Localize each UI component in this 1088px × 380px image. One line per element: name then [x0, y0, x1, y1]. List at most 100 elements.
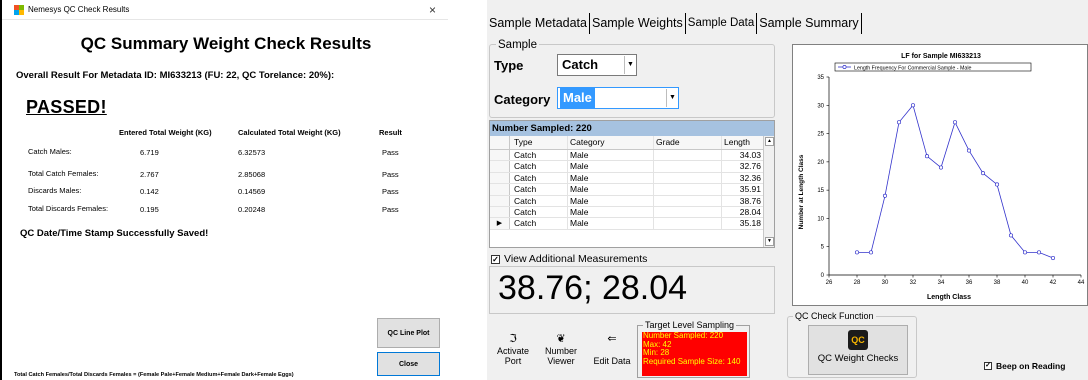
weight-row-result: Pass	[382, 170, 399, 179]
cell-grade[interactable]	[654, 161, 722, 172]
tool-label: Viewer	[547, 356, 575, 366]
table-row[interactable]: Catch Male 38.76	[490, 195, 774, 207]
qc-weight-checks-button[interactable]: QC QC Weight Checks	[808, 325, 908, 375]
column-header-length[interactable]: Length	[722, 136, 764, 149]
beep-on-reading-checkbox[interactable]: ✓ Beep on Reading	[984, 361, 1065, 371]
cell-type[interactable]: Catch	[512, 161, 568, 172]
view-additional-checkbox[interactable]: ✓ View Additional Measurements	[491, 253, 647, 265]
chevron-down-icon[interactable]: ▼	[666, 89, 678, 107]
chart-legend: Length Frequency For Commercial Sample -…	[834, 62, 1032, 71]
data-point	[994, 182, 1000, 187]
cell-length[interactable]: 28.04	[722, 206, 764, 218]
cell-category[interactable]: Male	[568, 184, 654, 195]
cell-type[interactable]: Catch	[512, 218, 568, 229]
row-selector[interactable]	[490, 195, 510, 206]
chevron-down-icon[interactable]: ▼	[624, 56, 636, 74]
type-select[interactable]: Catch ▼	[557, 54, 637, 76]
cell-grade[interactable]	[654, 206, 722, 218]
cell-grade[interactable]	[654, 184, 722, 195]
tab-sample-summary[interactable]: Sample Summary	[757, 13, 862, 34]
sample-data-grid[interactable]: Number Sampled: 220 Type Category Grade …	[489, 120, 775, 248]
measurement-display: 38.76; 28.04	[498, 269, 688, 307]
cell-length[interactable]: 32.76	[722, 161, 764, 172]
number-viewer-button[interactable]: ❦ Number Viewer	[539, 332, 583, 366]
column-header-grade[interactable]: Grade	[654, 136, 722, 149]
table-row[interactable]: Catch Male 28.04	[490, 206, 774, 219]
y-tick-label: 5	[821, 245, 825, 251]
x-tick-label: 36	[966, 280, 973, 286]
cell-category[interactable]: Male	[568, 161, 654, 172]
x-tick-label: 26	[826, 280, 833, 286]
column-header-category[interactable]: Category	[568, 136, 654, 149]
weight-row-label: Discards Males:	[28, 186, 82, 195]
tab-sample-weights[interactable]: Sample Weights	[589, 13, 686, 34]
cell-category[interactable]: Male	[568, 218, 654, 229]
x-tick-label: 40	[1022, 280, 1029, 286]
data-point	[966, 148, 972, 153]
row-selector[interactable]	[490, 206, 510, 218]
cell-type[interactable]: Catch	[512, 172, 568, 184]
cell-length[interactable]: 32.36	[722, 172, 764, 184]
tab-strip: Sample Metadata Sample Weights Sample Da…	[487, 8, 862, 34]
row-selector[interactable]	[490, 150, 510, 161]
cell-category[interactable]: Male	[568, 195, 654, 206]
cell-length[interactable]: 38.76	[722, 195, 764, 206]
scroll-down-icon[interactable]: ▼	[765, 237, 774, 246]
cell-length[interactable]: 34.03	[722, 150, 764, 161]
column-header-type[interactable]: Type	[512, 136, 568, 149]
cell-category[interactable]: Male	[568, 150, 654, 161]
y-tick-label: 35	[817, 75, 824, 81]
cell-category[interactable]: Male	[568, 206, 654, 218]
edit-data-button[interactable]: ⇐ Edit Data	[589, 332, 635, 366]
grid-vertical-scrollbar[interactable]: ▲ ▼	[763, 136, 774, 247]
target-line: Required Sample Size: 140	[643, 356, 741, 366]
cell-length[interactable]: 35.91	[722, 184, 764, 195]
cell-grade[interactable]	[654, 172, 722, 184]
target-level-sampling-group: Target Level Sampling Number Sampled: 22…	[637, 320, 750, 378]
tool-label: Number	[544, 346, 577, 356]
row-selector[interactable]	[490, 172, 510, 184]
cell-type[interactable]: Catch	[512, 184, 568, 195]
cell-grade[interactable]	[654, 195, 722, 206]
checkmark-icon[interactable]: ✓	[491, 254, 500, 264]
data-point	[1022, 250, 1028, 255]
table-row[interactable]: Catch Male 32.36	[490, 172, 774, 185]
tab-sample-data[interactable]: Sample Data	[685, 13, 758, 34]
cell-type[interactable]: Catch	[512, 150, 568, 161]
cell-type[interactable]: Catch	[512, 195, 568, 206]
table-row[interactable]: Catch Male 35.91	[490, 184, 774, 196]
series-line	[857, 104, 1054, 259]
x-tick-label: 42	[1050, 280, 1057, 286]
qc-function-legend: QC Check Function	[793, 311, 876, 321]
dialog-close-icon[interactable]: ×	[429, 4, 436, 16]
table-row[interactable]: Catch Male 34.03	[490, 150, 774, 162]
x-tick-label: 30	[882, 280, 889, 286]
scroll-up-icon[interactable]: ▲	[765, 137, 774, 146]
type-select-value: Catch	[562, 57, 599, 72]
x-tick-label: 44	[1078, 280, 1085, 286]
cell-length[interactable]: 35.18	[722, 218, 764, 229]
table-row[interactable]: ▶ Catch Male 35.18	[490, 218, 774, 230]
weight-row-calculated: 6.32573	[238, 148, 266, 157]
activate-port-button[interactable]: ℑ Activate Port	[493, 332, 533, 366]
current-row-arrow-icon[interactable]: ▶	[490, 218, 510, 229]
cell-type[interactable]: Catch	[512, 206, 568, 218]
cell-category[interactable]: Male	[568, 172, 654, 184]
tab-sample-metadata[interactable]: Sample Metadata	[487, 13, 590, 34]
overall-result-text: Overall Result For Metadata ID: MI633213…	[16, 70, 335, 81]
tool-label: Port	[504, 356, 522, 366]
checkmark-icon[interactable]: ✓	[984, 362, 992, 370]
weight-row-entered: 6.719	[140, 148, 159, 157]
x-tick-label: 38	[994, 280, 1001, 286]
cell-grade[interactable]	[654, 150, 722, 161]
close-button[interactable]: Close	[377, 352, 440, 376]
qc-line-plot-button[interactable]: QC Line Plot	[377, 318, 440, 348]
table-row[interactable]: Catch Male 32.76	[490, 161, 774, 173]
data-point	[896, 120, 902, 125]
cell-grade[interactable]	[654, 218, 722, 229]
category-select-value: Male	[560, 88, 595, 108]
category-select[interactable]: Male ▼	[557, 87, 679, 109]
row-selector[interactable]	[490, 184, 510, 195]
row-selector[interactable]	[490, 161, 510, 172]
data-point	[924, 154, 930, 159]
